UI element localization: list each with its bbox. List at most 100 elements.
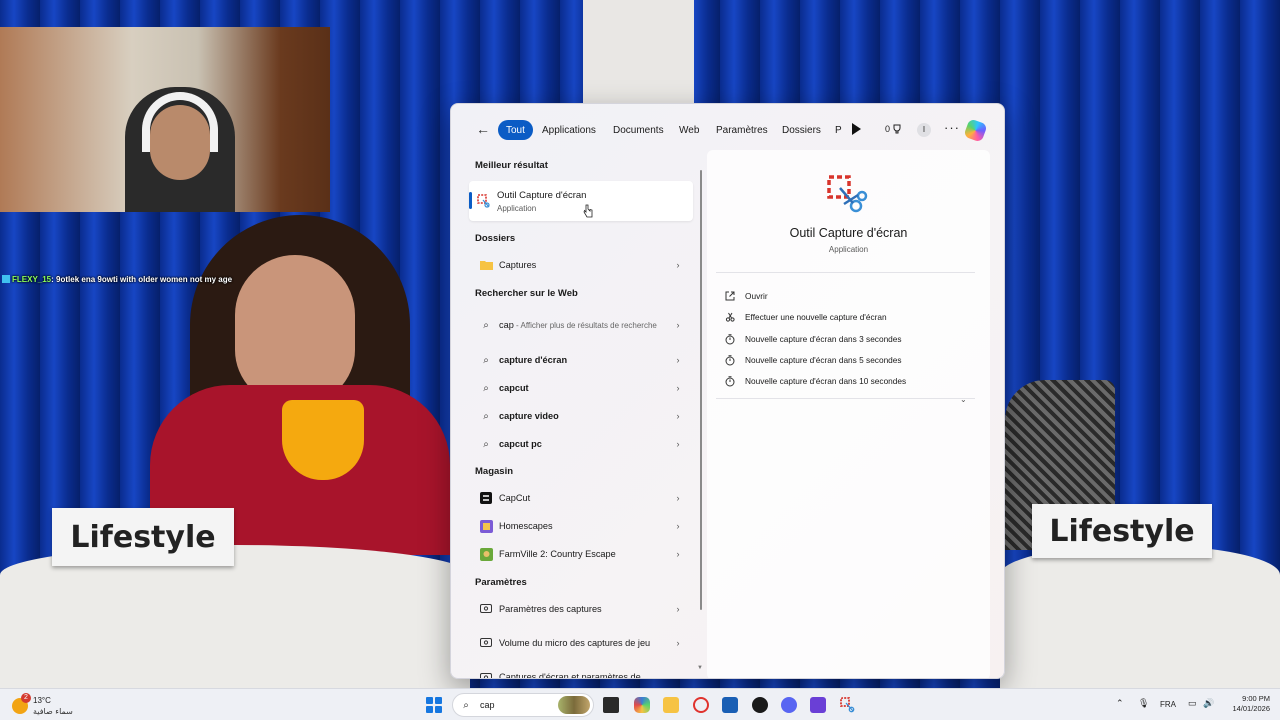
filter-tabs: ← Tout Applications Documents Web Paramè… xyxy=(451,104,1004,156)
capture-settings-icon xyxy=(479,671,493,678)
action-delay-5[interactable]: Nouvelle capture d'écran dans 5 secondes xyxy=(724,352,902,368)
search-icon: ⌕ xyxy=(483,382,489,394)
web-result-label: capcut xyxy=(499,382,673,394)
tab-applications[interactable]: Applications xyxy=(542,120,596,140)
edge-beta-icon[interactable] xyxy=(634,697,650,713)
network-icon[interactable]: ▭ xyxy=(1188,698,1197,709)
web-search-header: Rechercher sur le Web xyxy=(475,288,578,299)
chevron-right-icon: › xyxy=(676,320,680,330)
action-delay-10[interactable]: Nouvelle capture d'écran dans 10 seconde… xyxy=(724,373,906,389)
chevron-right-icon: › xyxy=(676,411,680,421)
file-explorer-icon[interactable] xyxy=(663,697,679,713)
store-header: Magasin xyxy=(475,466,514,477)
best-match-name: Outil Capture d'écran xyxy=(497,190,587,201)
action-delay-3[interactable]: Nouvelle capture d'écran dans 3 secondes xyxy=(724,331,902,347)
tray-overflow-chevron-icon[interactable]: ⌃ xyxy=(1116,698,1124,709)
settings-item-captures[interactable]: Paramètres des captures › xyxy=(469,596,693,622)
chat-badge-icon xyxy=(2,275,10,283)
action-label: Effectuer une nouvelle capture d'écran xyxy=(745,312,887,322)
farmville-icon xyxy=(479,547,493,561)
action-new-capture[interactable]: Effectuer une nouvelle capture d'écran xyxy=(724,309,887,325)
tab-dossiers[interactable]: Dossiers xyxy=(782,120,821,140)
web-suggestion-text: capcut pc xyxy=(499,439,542,449)
detail-pane: Outil Capture d'écran Application Ouvrir… xyxy=(707,150,990,678)
table-right xyxy=(1000,545,1280,688)
taskbar-clock[interactable]: 9:00 PM 14/01/2026 xyxy=(1222,694,1270,714)
start-search-window: ← Tout Applications Documents Web Paramè… xyxy=(450,103,1005,679)
trophy-icon xyxy=(893,124,901,134)
copilot-icon[interactable] xyxy=(963,118,988,143)
tab-parametres[interactable]: Paramètres xyxy=(716,120,768,140)
language-indicator[interactable]: FRA xyxy=(1160,700,1176,709)
action-open[interactable]: Ouvrir xyxy=(724,288,768,304)
app-grid-icon[interactable] xyxy=(810,697,826,713)
microphone-icon[interactable]: 🎙 xyxy=(1138,698,1149,709)
nameplate-right: Lifestyle xyxy=(1032,504,1212,558)
scroll-down-arrow-icon[interactable]: ▼ xyxy=(697,665,703,671)
windows-start-icon[interactable] xyxy=(426,697,442,713)
chat-message: FLEXY_15: 9otlek ena 9owti with older wo… xyxy=(2,275,232,284)
settings-item-label: Paramètres des captures xyxy=(499,604,602,614)
timer-icon xyxy=(724,354,736,366)
taskbar-search-value: cap xyxy=(480,700,495,710)
store-icon[interactable] xyxy=(722,697,738,713)
tab-photos[interactable]: P xyxy=(835,120,842,140)
volume-icon[interactable]: 🔊 xyxy=(1203,698,1214,709)
points-value: 0 xyxy=(885,124,891,134)
more-options-icon[interactable]: ··· xyxy=(944,120,960,135)
folder-item-captures[interactable]: Captures › xyxy=(469,252,693,278)
tab-tout[interactable]: Tout xyxy=(498,120,533,140)
store-item-homescapes[interactable]: Homescapes › xyxy=(469,513,693,539)
results-scrollbar[interactable] xyxy=(700,170,702,610)
capture-settings-icon xyxy=(479,636,493,650)
weather-badge: 2 xyxy=(21,693,31,703)
settings-item-screenshots[interactable]: Captures d'écran et paramètres de xyxy=(469,666,693,678)
best-match-item[interactable]: Outil Capture d'écran Application xyxy=(469,181,693,221)
taskbar: 2 13°C سماء صافية ⌕ cap ⌃ 🎙 FRA ▭ 🔊 9:00… xyxy=(0,688,1280,720)
search-icon: ⌕ xyxy=(483,410,489,422)
tab-documents[interactable]: Documents xyxy=(613,120,664,140)
snipping-tool-taskbar-icon[interactable] xyxy=(840,697,856,713)
account-avatar[interactable]: I xyxy=(917,123,931,137)
web-result-capcut-pc[interactable]: ⌕ capcut pc › xyxy=(469,431,693,457)
weather-condition: سماء صافية xyxy=(33,707,73,716)
store-item-farmville[interactable]: FarmVille 2: Country Escape › xyxy=(469,541,693,567)
tab-web[interactable]: Web xyxy=(679,120,699,140)
web-result-capcut[interactable]: ⌕ capcut › xyxy=(469,375,693,401)
webcam-overlay xyxy=(0,27,330,212)
chevron-right-icon: › xyxy=(676,383,680,393)
divider xyxy=(716,398,975,399)
weather-widget[interactable]: 2 13°C سماء صافية xyxy=(12,692,82,718)
web-result-capture-video[interactable]: ⌕ capture video › xyxy=(469,403,693,429)
web-result-capture-ecran[interactable]: ⌕ capture d'écran › xyxy=(469,347,693,373)
settings-item-mic-volume[interactable]: Volume du micro des captures de jeu › xyxy=(469,626,693,660)
web-result-cap[interactable]: ⌕ cap - Afficher plus de résultats de re… xyxy=(469,308,693,342)
folder-label: Captures xyxy=(499,260,537,270)
rewards-points[interactable]: 0 xyxy=(885,121,902,137)
store-item-label: FarmVille 2: Country Escape xyxy=(499,549,616,559)
action-label: Ouvrir xyxy=(745,291,768,301)
more-tabs-play-icon[interactable] xyxy=(851,123,861,135)
capture-settings-icon xyxy=(479,602,493,616)
divider xyxy=(716,272,975,273)
capcut-icon xyxy=(479,491,493,505)
app-black-icon[interactable] xyxy=(752,697,768,713)
web-result-label: cap - Afficher plus de résultats de rech… xyxy=(499,319,673,332)
web-result-label: capcut pc xyxy=(499,438,673,450)
search-icon: ⌕ xyxy=(463,699,469,711)
expand-chevron-down-icon[interactable]: ⌄ xyxy=(960,395,967,404)
back-arrow-icon[interactable]: ← xyxy=(475,121,491,137)
taskbar-search-box[interactable]: ⌕ cap xyxy=(452,693,594,717)
chevron-right-icon: › xyxy=(676,493,680,503)
opera-icon[interactable] xyxy=(693,697,709,713)
action-label: Nouvelle capture d'écran dans 5 secondes xyxy=(745,355,902,365)
selection-accent xyxy=(469,192,472,209)
table-left xyxy=(0,545,470,688)
discord-icon[interactable] xyxy=(781,697,797,713)
chevron-right-icon: › xyxy=(676,638,680,648)
chevron-right-icon: › xyxy=(676,439,680,449)
action-label: Nouvelle capture d'écran dans 10 seconde… xyxy=(745,376,907,386)
task-view-icon[interactable] xyxy=(603,697,619,713)
store-item-capcut[interactable]: CapCut › xyxy=(469,485,693,511)
web-suggestion-text: capture video xyxy=(499,411,559,421)
